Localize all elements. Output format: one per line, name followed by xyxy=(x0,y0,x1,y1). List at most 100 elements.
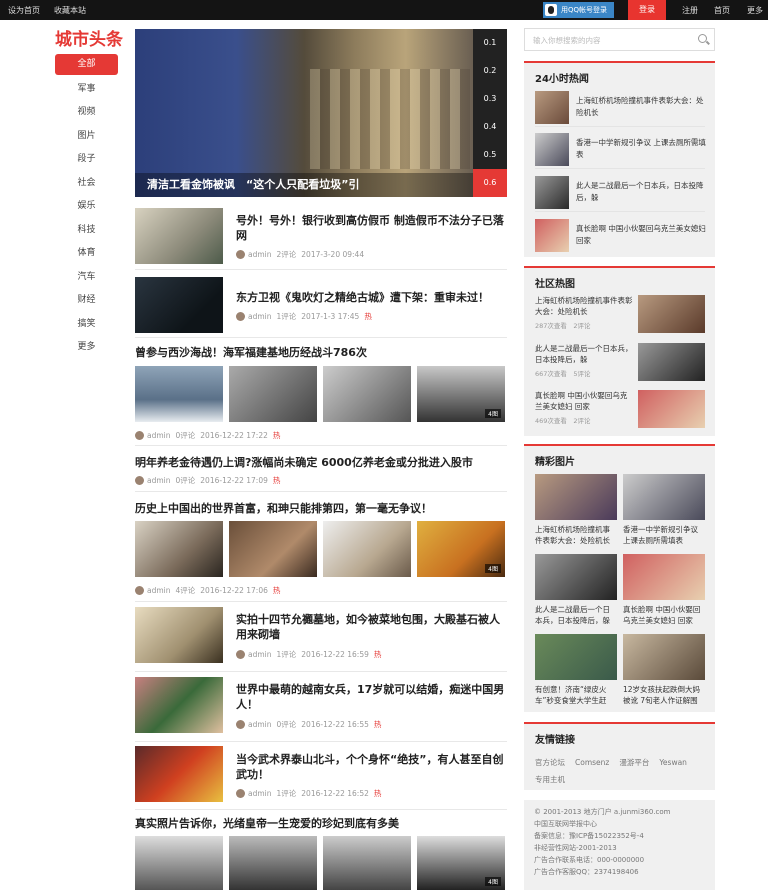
picture-caption[interactable]: 真长脸啊 中国小伙娶回乌克兰美女媳妇 回家 xyxy=(623,604,705,626)
article-title[interactable]: 号外！号外！银行收到高仿假币 制造假币不法分子已落网 xyxy=(236,213,506,243)
footer-line[interactable]: 中国互联网举报中心 xyxy=(534,818,705,830)
article-image[interactable] xyxy=(135,836,223,890)
community-item-title[interactable]: 此人是二战最后一个日本兵，日本投降后，躲 xyxy=(535,343,633,365)
more-link[interactable]: 更多 xyxy=(747,5,763,16)
picture-item[interactable]: 真长脸啊 中国小伙娶回乌克兰美女媳妇 回家 xyxy=(623,554,705,626)
hot-item-title[interactable]: 此人是二战最后一个日本兵，日本投降后，躲 xyxy=(576,180,706,204)
community-item[interactable]: 真长脸啊 中国小伙娶回乌克兰美女媳妇 回家 469次查看 2评论 xyxy=(535,390,705,430)
nav-item[interactable]: 搞笑 xyxy=(55,313,118,337)
article-image[interactable] xyxy=(323,521,411,577)
community-item[interactable]: 上海虹桥机场险撞机事件表彰大会：处险机长 287次查看 2评论 xyxy=(535,295,705,335)
article-image[interactable]: 4图 xyxy=(417,521,505,577)
register-link[interactable]: 注册 xyxy=(682,5,698,16)
picture-item[interactable]: 香港一中学新规引争议 上课去厕所需填表 xyxy=(623,474,705,546)
nav-item[interactable]: 科技 xyxy=(55,219,118,243)
hot-thumbnail[interactable] xyxy=(535,133,569,166)
qq-login-button[interactable]: 用QQ帐号登录 xyxy=(543,2,614,18)
friend-link[interactable]: Comsenz xyxy=(575,758,609,767)
picture-caption[interactable]: 有创意！济南“绿皮火车”秒变食堂大学生赶 xyxy=(535,684,617,706)
hot-thumbnail[interactable] xyxy=(535,219,569,252)
nav-item[interactable]: 更多 xyxy=(55,336,118,360)
article-title[interactable]: 明年养老金待遇仍上调?涨幅尚未确定 6000亿养老金或分批进入股市 xyxy=(135,455,507,470)
community-item[interactable]: 此人是二战最后一个日本兵，日本投降后，躲 667次查看 5评论 xyxy=(535,343,705,383)
hot-thumbnail[interactable] xyxy=(535,176,569,209)
community-thumbnail[interactable] xyxy=(638,390,705,428)
nav-item[interactable]: 汽车 xyxy=(55,266,118,290)
slider-caption[interactable]: 清洁工看金饰被讽 “这个人只配看垃圾”引 xyxy=(135,173,473,197)
friend-link[interactable]: Yeswan xyxy=(659,758,687,767)
nav-item[interactable]: 社会 xyxy=(55,172,118,196)
article-image[interactable] xyxy=(323,836,411,890)
picture-thumbnail[interactable] xyxy=(535,474,617,520)
hot-item[interactable]: 香港一中学新规引争议 上课去厕所需填表 xyxy=(535,133,706,169)
article-title[interactable]: 历史上中国出的世界首富，和珅只能排第四，第一毫无争议！ xyxy=(135,501,507,516)
picture-caption[interactable]: 香港一中学新规引争议 上课去厕所需填表 xyxy=(623,524,705,546)
article-image[interactable] xyxy=(135,366,223,422)
hot-thumbnail[interactable] xyxy=(535,91,569,124)
picture-caption[interactable]: 此人是二战最后一个日本兵，日本投降后，躲 xyxy=(535,604,617,626)
hot-item[interactable]: 真长脸啊 中国小伙娶回乌克兰美女媳妇 回家 xyxy=(535,219,706,255)
community-item-title[interactable]: 上海虹桥机场险撞机事件表彰大会：处险机长 xyxy=(535,295,633,317)
article-image[interactable]: 4图 xyxy=(417,366,505,422)
picture-thumbnail[interactable] xyxy=(623,634,705,680)
nav-item[interactable]: 财经 xyxy=(55,289,118,313)
hot-item[interactable]: 上海虹桥机场险撞机事件表彰大会：处险机长 xyxy=(535,91,705,127)
friend-link[interactable]: 官方论坛 xyxy=(535,758,565,767)
picture-item[interactable]: 有创意！济南“绿皮火车”秒变食堂大学生赶 xyxy=(535,634,617,706)
nav-item[interactable]: 体育 xyxy=(55,242,118,266)
nav-item-all[interactable]: 全部 xyxy=(55,54,118,75)
article-title[interactable]: 曾参与西沙海战！海军福建基地历经战斗786次 xyxy=(135,345,507,360)
slider-page[interactable]: 0.3 xyxy=(473,85,507,113)
nav-item[interactable]: 视频 xyxy=(55,101,118,125)
article-image[interactable] xyxy=(229,521,317,577)
hot-item-title[interactable]: 香港一中学新规引争议 上课去厕所需填表 xyxy=(576,137,706,161)
community-thumbnail[interactable] xyxy=(638,295,705,333)
nav-item[interactable]: 图片 xyxy=(55,125,118,149)
search-icon[interactable] xyxy=(698,34,707,43)
article-thumbnail[interactable] xyxy=(135,607,223,663)
slider-page[interactable]: 0.5 xyxy=(473,141,507,169)
friend-link[interactable]: 专用主机 xyxy=(535,775,565,784)
bookmark-link[interactable]: 收藏本站 xyxy=(54,6,86,15)
slider-page[interactable]: 0.2 xyxy=(473,57,507,85)
article-image[interactable] xyxy=(135,521,223,577)
slider-page-active[interactable]: 0.6 xyxy=(473,169,507,197)
article-image[interactable] xyxy=(229,366,317,422)
hot-item-title[interactable]: 上海虹桥机场险撞机事件表彰大会：处险机长 xyxy=(576,95,706,119)
slider-page[interactable]: 0.4 xyxy=(473,113,507,141)
article-thumbnail[interactable] xyxy=(135,208,223,264)
article-thumbnail[interactable] xyxy=(135,277,223,333)
picture-thumbnail[interactable] xyxy=(623,474,705,520)
slider-page[interactable]: 0.1 xyxy=(473,29,507,57)
home-link[interactable]: 首页 xyxy=(714,5,730,16)
article-image[interactable] xyxy=(323,366,411,422)
community-item-title[interactable]: 真长脸啊 中国小伙娶回乌克兰美女媳妇 回家 xyxy=(535,390,633,412)
picture-item[interactable]: 上海虹桥机场险撞机事件表彰大会：处险机长 xyxy=(535,474,617,546)
article-image[interactable] xyxy=(229,836,317,890)
set-home-link[interactable]: 设为首页 xyxy=(8,6,40,15)
article-thumbnail[interactable] xyxy=(135,677,223,733)
article-title[interactable]: 当今武术界泰山北斗，个个身怀“绝技”，有人甚至自创武功！ xyxy=(236,752,506,782)
article-thumbnail[interactable] xyxy=(135,746,223,802)
article-image[interactable]: 4图 xyxy=(417,836,505,890)
article-title[interactable]: 真实照片告诉你，光绪皇帝一生宠爱的珍妃到底有多美 xyxy=(135,816,507,831)
login-button[interactable]: 登录 xyxy=(628,0,666,20)
friend-link[interactable]: 漫游平台 xyxy=(619,758,649,767)
community-thumbnail[interactable] xyxy=(638,343,705,381)
picture-caption[interactable]: 12岁女孩扶起跌倒大妈被讹 7旬老人作证解围 xyxy=(623,684,705,706)
nav-item[interactable]: 段子 xyxy=(55,148,118,172)
search-input[interactable]: 输入你想搜索的内容 xyxy=(533,35,601,46)
picture-thumbnail[interactable] xyxy=(623,554,705,600)
search-box[interactable]: 输入你想搜索的内容 xyxy=(524,28,715,51)
article-title[interactable]: 世界中最萌的越南女兵，17岁就可以结婚，痴迷中国男人！ xyxy=(236,682,506,712)
hot-item-title[interactable]: 真长脸啊 中国小伙娶回乌克兰美女媳妇 回家 xyxy=(576,223,706,247)
picture-thumbnail[interactable] xyxy=(535,634,617,680)
featured-slider[interactable]: 清洁工看金饰被讽 “这个人只配看垃圾”引 0.1 0.2 0.3 0.4 0.5… xyxy=(135,29,507,197)
nav-item[interactable]: 军事 xyxy=(55,78,118,102)
picture-item[interactable]: 此人是二战最后一个日本兵，日本投降后，躲 xyxy=(535,554,617,626)
site-logo[interactable]: 城市头条 xyxy=(55,25,123,50)
picture-item[interactable]: 12岁女孩扶起跌倒大妈被讹 7旬老人作证解围 xyxy=(623,634,705,706)
article-title[interactable]: 东方卫视《鬼吹灯之精绝古城》遭下架：重审未过！ xyxy=(236,290,506,305)
picture-caption[interactable]: 上海虹桥机场险撞机事件表彰大会：处险机长 xyxy=(535,524,617,546)
article-title[interactable]: 实拍十四节允禵墓地，如今被菜地包围，大殿基石被人用来砌墙 xyxy=(236,612,506,642)
